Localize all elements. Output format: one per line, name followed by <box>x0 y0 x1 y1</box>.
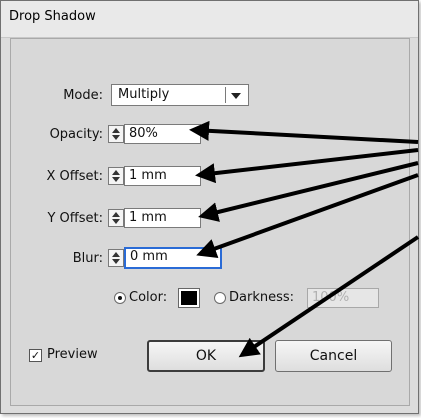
arrow-to-blur <box>196 173 419 258</box>
arrow-to-ok <box>238 235 420 358</box>
annotation-arrows <box>189 120 420 358</box>
arrow-to-opacity <box>189 120 419 144</box>
